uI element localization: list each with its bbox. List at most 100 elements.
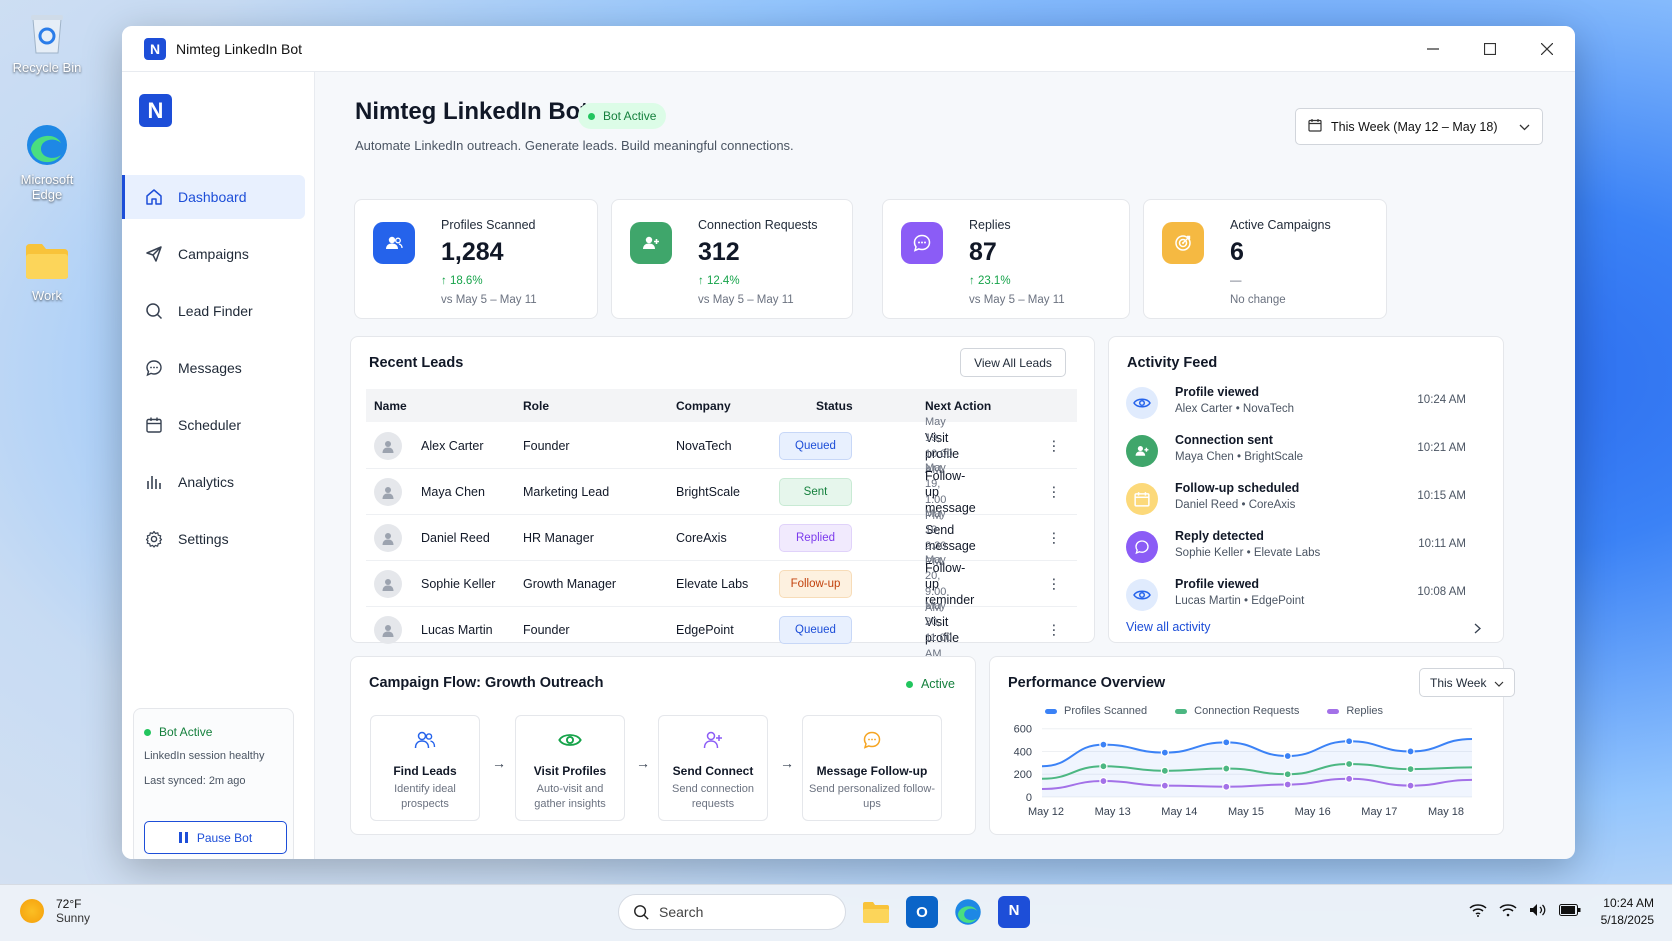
window-title: Nimteg LinkedIn Bot — [176, 40, 303, 57]
taskbar-search[interactable]: Search — [618, 894, 846, 930]
sidebar-item-messages[interactable]: Messages — [122, 346, 305, 390]
maximize-button[interactable] — [1461, 26, 1518, 72]
more-icon[interactable]: ⋮ — [1047, 529, 1061, 546]
sidebar-item-label: Campaigns — [178, 246, 249, 262]
lead-name: Daniel Reed — [421, 530, 490, 545]
flow-step-visit-profiles[interactable]: Visit Profiles Auto-visit and gather ins… — [515, 715, 625, 821]
users-icon — [373, 222, 415, 264]
activity-item[interactable]: Profile viewed Lucas Martin • EdgePoint … — [1126, 575, 1466, 619]
app-window: N Nimteg LinkedIn Bot N Dashboard Campai… — [122, 26, 1575, 859]
stat-card-connection-requests: Connection Requests 312 ↑ 12.4% vs May 5… — [611, 199, 853, 319]
status-dot — [144, 728, 151, 736]
performance-overview-card: Performance Overview This Week Profiles … — [989, 656, 1515, 835]
stat-label: Profiles Scanned — [441, 218, 536, 232]
sidebar-item-campaigns[interactable]: Campaigns — [122, 232, 305, 276]
activity-item[interactable]: Profile viewed Alex Carter • NovaTech 10… — [1126, 383, 1466, 427]
pause-bot-label: Pause Bot — [196, 830, 253, 845]
flow-step-send-connect[interactable]: Send Connect Send connection requests — [658, 715, 768, 821]
sidebar-item-settings[interactable]: Settings — [122, 517, 305, 561]
view-all-activity-link[interactable]: View all activity — [1126, 620, 1211, 634]
network-icon[interactable] — [1469, 903, 1487, 922]
recycle-bin-icon — [24, 10, 70, 56]
data-point — [1406, 747, 1415, 756]
stat-card-profiles-scanned: Profiles Scanned 1,284 ↑ 18.6% vs May 5 … — [354, 199, 598, 319]
desktop-icon-edge[interactable]: Microsoft Edge — [5, 122, 89, 202]
folder-icon — [24, 238, 70, 284]
flow-step-find-leads[interactable]: Find Leads Identify ideal prospects — [370, 715, 480, 821]
more-icon[interactable]: ⋮ — [1047, 575, 1061, 592]
edge-icon[interactable] — [952, 896, 984, 928]
lead-company: EdgePoint — [676, 623, 734, 637]
sidebar-item-dashboard[interactable]: Dashboard — [122, 175, 305, 219]
battery-icon[interactable] — [1558, 903, 1581, 921]
x-tick-label: May 14 — [1161, 806, 1197, 818]
status-badge: Sent — [779, 478, 852, 506]
column-header[interactable]: Status — [816, 399, 853, 413]
column-header[interactable]: Role — [523, 399, 549, 413]
data-point — [1160, 748, 1169, 757]
more-icon[interactable]: ⋮ — [1047, 483, 1061, 500]
chat-icon — [144, 359, 164, 377]
flow-step-message-follow-up[interactable]: Message Follow-up Send personalized foll… — [802, 715, 942, 821]
table-row[interactable]: Maya Chen Marketing Lead BrightScale Sen… — [366, 462, 1077, 522]
table-row[interactable]: Daniel Reed HR Manager CoreAxis Replied … — [366, 508, 1077, 568]
recent-leads-card: Recent Leads View All Leads Name Role Co… — [350, 336, 1095, 660]
column-header[interactable]: Company — [676, 399, 731, 413]
activity-subtitle: Lucas Martin • EdgePoint — [1175, 595, 1305, 607]
sidebar-item-analytics[interactable]: Analytics — [122, 460, 305, 504]
sidebar-item-scheduler[interactable]: Scheduler — [122, 403, 305, 447]
close-button[interactable] — [1518, 26, 1575, 72]
flow-step-title: Send Connect — [672, 764, 754, 778]
lead-company: Elevate Labs — [676, 576, 749, 591]
data-point — [1345, 737, 1354, 746]
volume-icon[interactable] — [1529, 903, 1547, 922]
table-row[interactable]: Sophie Keller Growth Manager Elevate Lab… — [366, 554, 1077, 614]
weather-widget[interactable]: 72°F Sunny — [20, 897, 90, 925]
period-select[interactable]: This Week — [1419, 668, 1515, 697]
search-icon — [633, 904, 649, 920]
activity-subtitle: Alex Carter • NovaTech — [1175, 403, 1295, 415]
view-all-leads-button[interactable]: View All Leads — [960, 348, 1066, 377]
activity-title: Connection sent — [1175, 433, 1273, 447]
activity-item[interactable]: Follow-up scheduled Daniel Reed • CoreAx… — [1126, 479, 1466, 523]
desktop-icon-work[interactable]: Work — [5, 238, 89, 303]
sidebar-nav: Dashboard Campaigns Lead Finder Messages… — [122, 175, 315, 574]
activity-subtitle: Daniel Reed • CoreAxis — [1175, 499, 1296, 511]
minimize-button[interactable] — [1404, 26, 1461, 72]
stat-label: Replies — [969, 218, 1011, 232]
bar-chart-icon — [144, 473, 164, 491]
campaign-flow-title: Campaign Flow: Growth Outreach — [369, 675, 604, 691]
sidebar-item-label: Dashboard — [178, 189, 247, 205]
table-row[interactable]: Alex Carter Founder NovaTech Queued Visi… — [366, 416, 1077, 476]
last-synced: Last synced: 2m ago — [144, 775, 246, 787]
wifi-icon[interactable] — [1499, 903, 1517, 922]
bot-status-panel: Bot Active LinkedIn session healthy Last… — [133, 708, 294, 859]
more-icon[interactable]: ⋮ — [1047, 437, 1061, 454]
desktop-icon-recycle-bin[interactable]: Recycle Bin — [5, 10, 89, 75]
data-point — [1283, 780, 1292, 789]
status-badge: Queued — [779, 616, 852, 644]
status-dot — [588, 112, 595, 120]
date-range-select[interactable]: This Week (May 12 – May 18) — [1295, 108, 1543, 145]
activity-item[interactable]: Connection sent Maya Chen • BrightScale … — [1126, 431, 1466, 475]
sidebar-item-lead-finder[interactable]: Lead Finder — [122, 289, 305, 333]
activity-item[interactable]: Reply detected Sophie Keller • Elevate L… — [1126, 527, 1466, 571]
title-bar: N Nimteg LinkedIn Bot — [122, 26, 1575, 72]
pause-bot-button[interactable]: Pause Bot — [144, 821, 287, 854]
file-explorer-icon[interactable] — [860, 896, 892, 928]
table-row[interactable]: Lucas Martin Founder EdgePoint Queued Vi… — [366, 600, 1077, 660]
desktop-icon-label: Microsoft Edge — [20, 172, 74, 202]
stat-change: — — [1230, 275, 1242, 287]
windows-start-icon[interactable] — [578, 899, 604, 925]
performance-title: Performance Overview — [1008, 675, 1166, 691]
stat-value: 312 — [698, 238, 740, 266]
column-header[interactable]: Next Action — [925, 399, 991, 413]
data-point — [1345, 774, 1354, 783]
chevron-right-icon[interactable] — [1474, 621, 1481, 639]
outlook-icon[interactable]: O — [906, 896, 938, 928]
more-icon[interactable]: ⋮ — [1047, 622, 1061, 639]
taskbar-clock[interactable]: 10:24 AM 5/18/2025 — [1601, 895, 1654, 929]
status-badge: Follow-up — [779, 570, 852, 598]
nimteg-app-icon[interactable]: N — [998, 896, 1030, 928]
column-header[interactable]: Name — [374, 399, 407, 413]
